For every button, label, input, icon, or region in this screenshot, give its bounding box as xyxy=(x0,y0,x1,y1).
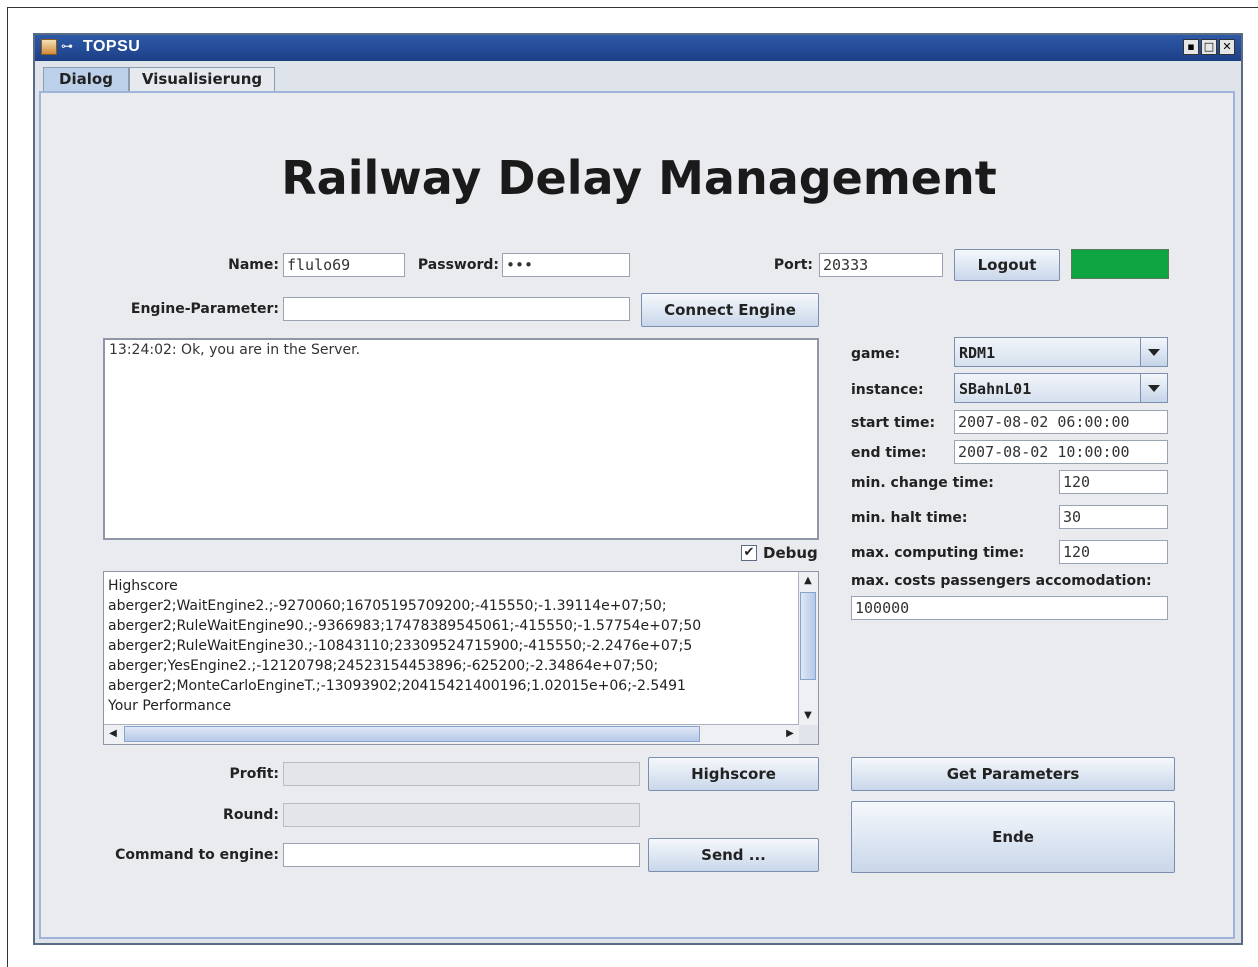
port-label: Port: xyxy=(773,257,813,273)
game-label: game: xyxy=(851,346,901,362)
list-item: aberger2;MonteCarloEngineT.;-13093902;20… xyxy=(108,678,686,694)
close-button[interactable]: ✕ xyxy=(1219,39,1235,55)
tab-dialog[interactable]: Dialog xyxy=(43,67,129,91)
pin-icon[interactable]: ⊶ xyxy=(61,39,73,53)
debug-label: Debug xyxy=(763,544,818,562)
figure-border-left xyxy=(7,7,8,967)
figure-border-top xyxy=(7,7,1258,8)
java-app-icon xyxy=(41,39,57,55)
window-title: TOPSU xyxy=(83,38,141,55)
max-costs-input[interactable]: 100000 xyxy=(851,596,1168,620)
scroll-right-arrow-icon[interactable]: ▶ xyxy=(781,725,799,743)
highscore-scrollpane[interactable]: Highscore aberger2;WaitEngine2.;-9270060… xyxy=(103,571,819,745)
engine-parameter-label: Engine-Parameter: xyxy=(130,301,279,317)
scroll-down-arrow-icon[interactable]: ▼ xyxy=(799,707,817,725)
list-item: aberger2;WaitEngine2.;-9270060;167051957… xyxy=(108,598,667,614)
list-item: Highscore xyxy=(108,578,178,594)
list-item: Your Performance xyxy=(108,698,232,714)
maximize-button[interactable]: □ xyxy=(1201,39,1217,55)
highscore-list: Highscore aberger2;WaitEngine2.;-9270060… xyxy=(108,576,796,716)
name-label: Name: xyxy=(228,257,279,273)
profit-field xyxy=(283,762,640,786)
server-log-textarea[interactable]: 13:24:02: Ok, you are in the Server. xyxy=(103,338,819,540)
round-label: Round: xyxy=(223,807,279,823)
page-title: Railway Delay Management xyxy=(281,151,997,205)
min-change-time-label: min. change time: xyxy=(851,475,994,491)
min-change-time-input[interactable]: 120 xyxy=(1059,470,1168,494)
round-field xyxy=(283,803,640,827)
tab-strip: Dialog Visualisierung xyxy=(35,61,1241,91)
title-bar[interactable]: ⊶ TOPSU ▪ □ ✕ xyxy=(35,35,1241,61)
name-input[interactable]: flulo69 xyxy=(283,253,405,277)
start-time-input[interactable]: 2007-08-02 06:00:00 xyxy=(954,410,1168,434)
scrollbar-corner xyxy=(799,725,818,744)
logout-button[interactable]: Logout xyxy=(954,249,1060,281)
horizontal-scrollbar[interactable]: ◀ ▶ xyxy=(104,724,799,744)
start-time-label: start time: xyxy=(851,415,936,431)
vertical-scrollbar[interactable]: ▲ ▼ xyxy=(798,572,818,725)
list-item: aberger2;RuleWaitEngine30.;-10843110;233… xyxy=(108,638,693,654)
get-parameters-button[interactable]: Get Parameters xyxy=(851,757,1175,791)
ende-button[interactable]: Ende xyxy=(851,801,1175,873)
horizontal-scroll-thumb[interactable] xyxy=(124,726,700,742)
chevron-down-icon[interactable] xyxy=(1140,338,1167,366)
min-halt-time-input[interactable]: 30 xyxy=(1059,505,1168,529)
connection-status-indicator xyxy=(1071,249,1169,279)
command-to-engine-label: Command to engine: xyxy=(115,847,279,863)
port-input[interactable]: 20333 xyxy=(819,253,943,277)
max-computing-time-label: max. computing time: xyxy=(851,545,1025,561)
chevron-down-icon[interactable] xyxy=(1140,374,1167,402)
vertical-scroll-thumb[interactable] xyxy=(800,592,816,680)
scroll-left-arrow-icon[interactable]: ◀ xyxy=(104,725,122,743)
tab-visualisierung[interactable]: Visualisierung xyxy=(129,67,275,91)
instance-select[interactable]: SBahnL01 xyxy=(954,373,1168,403)
game-select-value: RDM1 xyxy=(959,344,996,362)
send-button[interactable]: Send ... xyxy=(648,838,819,872)
minimize-button[interactable]: ▪ xyxy=(1183,39,1199,55)
profit-label: Profit: xyxy=(229,766,279,782)
list-item: aberger;YesEngine2.;-12120798;2452315445… xyxy=(108,658,659,674)
end-time-label: end time: xyxy=(851,445,927,461)
password-label: Password: xyxy=(417,257,499,273)
app-window: ⊶ TOPSU ▪ □ ✕ Dialog Visualisierung Rail… xyxy=(33,33,1243,945)
instance-select-value: SBahnL01 xyxy=(959,380,1032,398)
connect-engine-button[interactable]: Connect Engine xyxy=(641,293,819,327)
engine-parameter-input[interactable] xyxy=(283,297,630,321)
list-item: aberger2;RuleWaitEngine90.;-9366983;1747… xyxy=(108,618,702,634)
max-computing-time-input[interactable]: 120 xyxy=(1059,540,1168,564)
game-select[interactable]: RDM1 xyxy=(954,337,1168,367)
password-input[interactable]: ••• xyxy=(502,253,630,277)
min-halt-time-label: min. halt time: xyxy=(851,510,968,526)
dialog-panel: Railway Delay Management Name: flulo69 P… xyxy=(39,91,1235,939)
instance-label: instance: xyxy=(851,382,924,398)
max-costs-label: max. costs passengers accomodation: xyxy=(851,573,1152,589)
highscore-button[interactable]: Highscore xyxy=(648,757,819,791)
end-time-input[interactable]: 2007-08-02 10:00:00 xyxy=(954,440,1168,464)
scroll-up-arrow-icon[interactable]: ▲ xyxy=(799,572,817,590)
debug-checkbox[interactable]: ✔ xyxy=(741,545,757,561)
command-to-engine-input[interactable] xyxy=(283,843,640,867)
